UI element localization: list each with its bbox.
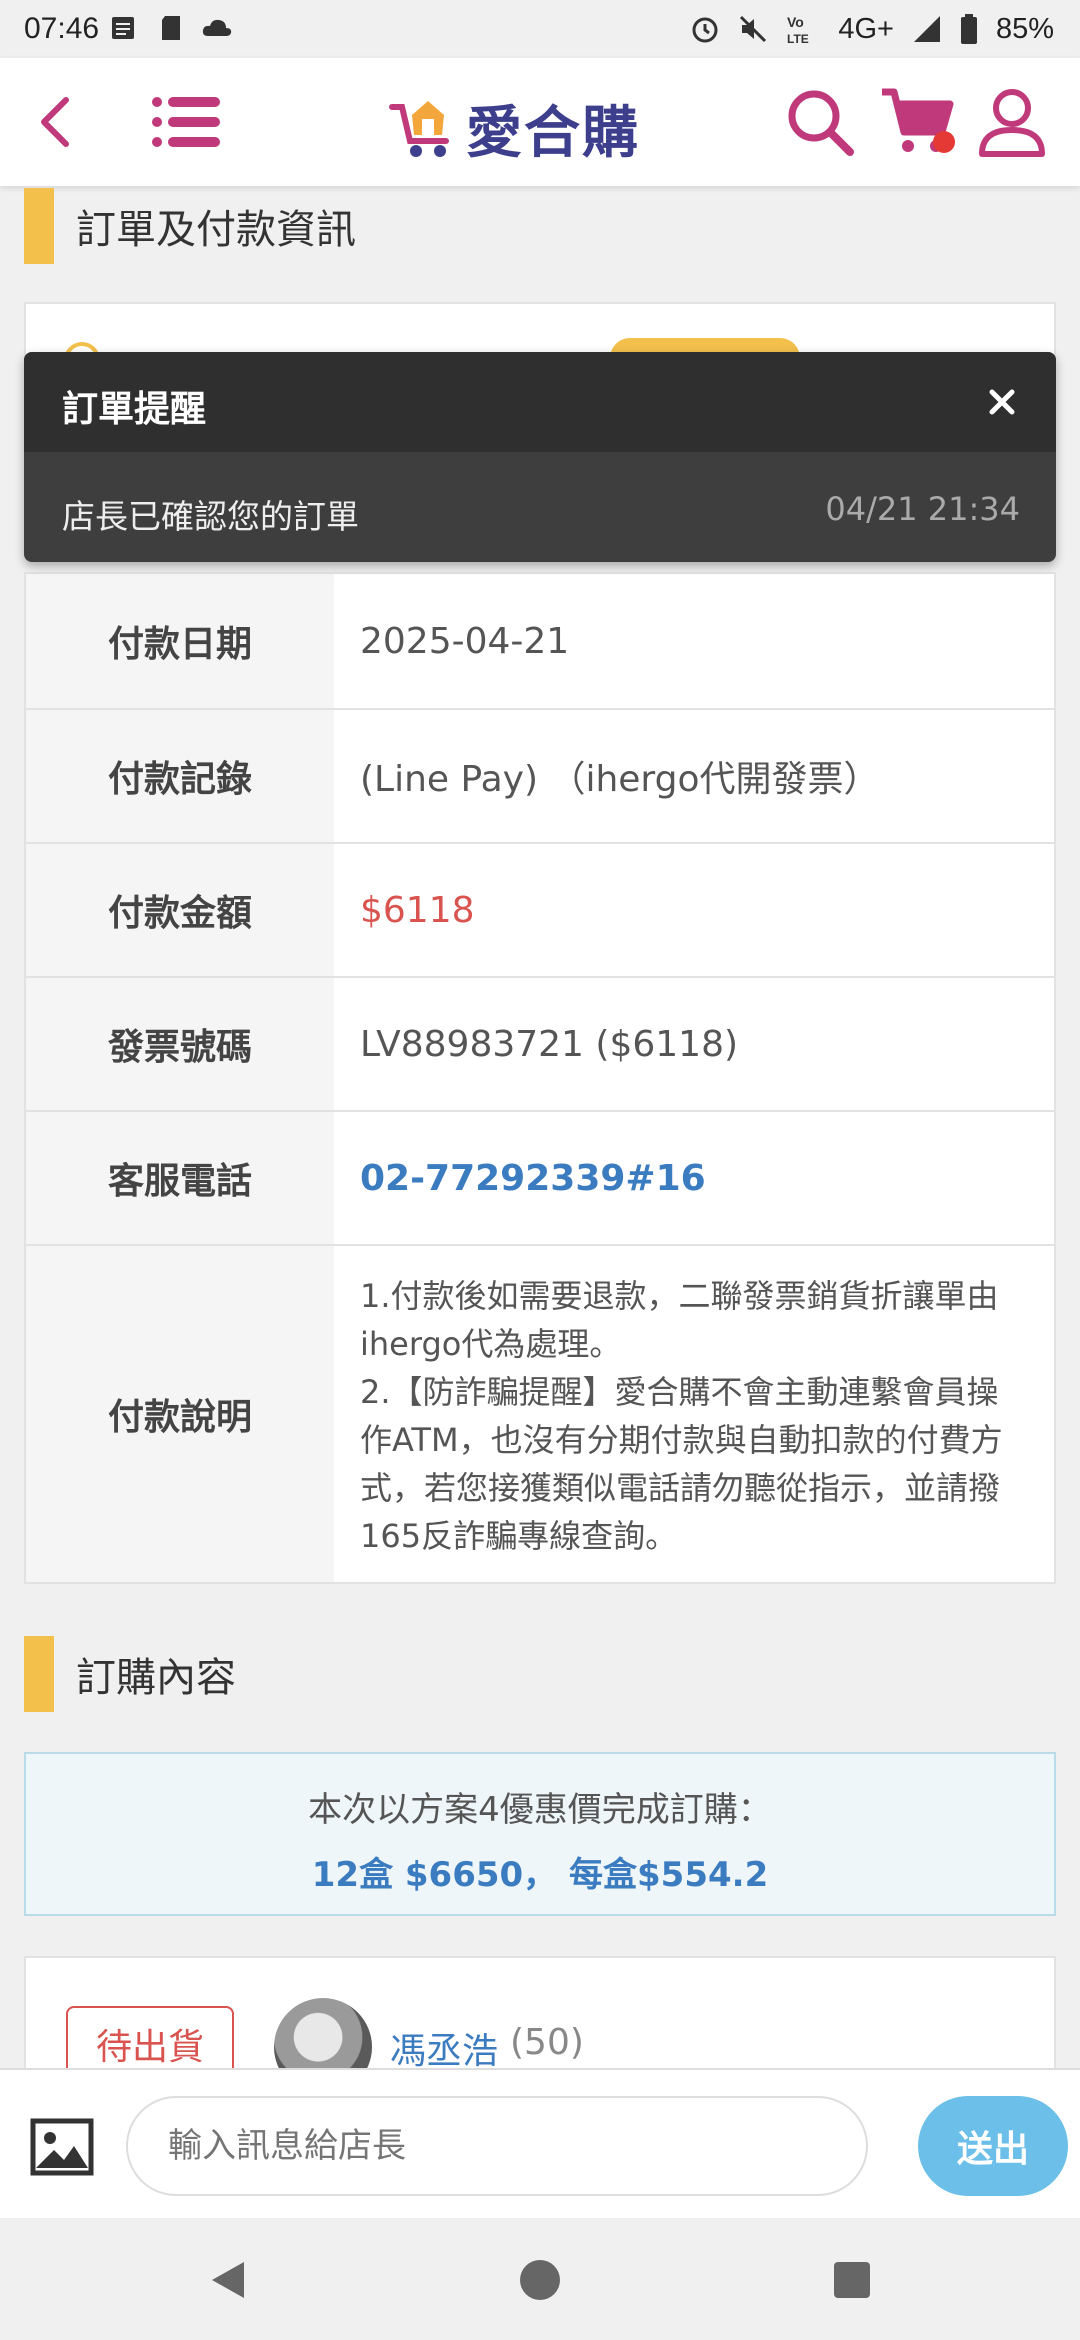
section-order-header: 訂購內容 <box>24 1636 236 1712</box>
image-upload-icon[interactable] <box>30 2118 94 2176</box>
volte-icon: Vo LTE <box>787 14 809 46</box>
payment-note-1: 1.付款後如需要退款，二聯發票銷貨折讓單由ihergo代為處理。 <box>360 1277 999 1363</box>
section-order-title: 訂購內容 <box>76 1655 236 1701</box>
section-accent-bar <box>24 188 54 264</box>
message-input[interactable] <box>126 2096 868 2196</box>
table-row: 付款金額 $6118 <box>26 842 1054 976</box>
service-phone-link[interactable]: 02-77292339#16 <box>334 1112 1054 1244</box>
user-icon <box>979 89 1045 157</box>
logo-cart-icon <box>389 100 449 157</box>
section-payment-title: 訂單及付款資訊 <box>76 207 356 253</box>
search-icon <box>788 90 854 156</box>
seller-rating-count: (50) <box>510 2022 584 2063</box>
payment-date-label: 付款日期 <box>26 574 334 708</box>
section-accent-bar <box>24 1636 54 1712</box>
payment-amount-label: 付款金額 <box>26 844 334 976</box>
invoice-number-label: 發票號碼 <box>26 978 334 1110</box>
cart-icon <box>882 88 955 153</box>
nav-back-icon[interactable] <box>204 2256 252 2304</box>
nav-home-icon[interactable] <box>516 2256 564 2304</box>
status-right: Vo LTE 4G+ 85% <box>690 12 1054 46</box>
logo-text: 愛合購 <box>466 101 640 166</box>
seller-name-link[interactable]: 馮丞浩 <box>390 2022 498 2074</box>
status-bar: 07:46 Vo LTE 4G+ 85% <box>0 0 1080 58</box>
payment-notes-value: 1.付款後如需要退款，二聯發票銷貨折讓單由ihergo代為處理。 2.【防詐騙提… <box>334 1246 1054 1582</box>
svg-text:LTE: LTE <box>787 32 809 46</box>
send-button[interactable]: 送出 <box>918 2096 1068 2196</box>
alarm-icon <box>692 17 718 43</box>
promo-price: 12盒 $6650， 每盒$554.2 <box>311 1855 769 1895</box>
toast-title: 訂單提醒 <box>62 389 207 430</box>
brand-logo[interactable]: 愛合購 <box>388 88 640 169</box>
table-row: 付款日期 2025-04-21 <box>26 574 1054 708</box>
menu-button[interactable] <box>146 82 226 162</box>
service-phone-label: 客服電話 <box>26 1112 334 1244</box>
list-menu-icon <box>152 97 220 147</box>
table-row: 客服電話 02-77292339#16 <box>26 1110 1054 1244</box>
sd-card-icon <box>162 16 180 40</box>
order-reminder-toast: 訂單提醒 店長已確認您的訂單 04/21 21:34 <box>24 352 1056 562</box>
payment-record-label: 付款記錄 <box>26 710 334 842</box>
table-row: 付款記錄 (Line Pay) （ihergo代開發票） <box>26 708 1054 842</box>
payment-date-value: 2025-04-21 <box>360 620 570 662</box>
cart-button[interactable] <box>880 82 960 162</box>
payment-note-2: 2.【防詐騙提醒】愛合購不會主動連繫會員操作ATM，也沒有分期付款與自動扣款的付… <box>360 1373 1003 1555</box>
notification-icon <box>112 17 134 39</box>
back-arrow-icon <box>41 97 69 147</box>
account-button[interactable] <box>972 82 1052 162</box>
battery-icon <box>960 14 977 44</box>
system-nav-bar <box>0 2218 1080 2340</box>
promo-text: 本次以方案4優惠價完成訂購： <box>308 1790 772 1830</box>
message-bar: 送出 <box>0 2068 1080 2218</box>
table-row: 發票號碼 LV88983721 ($6118) <box>26 976 1054 1110</box>
payment-amount-value: $6118 <box>360 889 475 931</box>
payment-info-table: 付款日期 2025-04-21 付款記錄 (Line Pay) （ihergo代… <box>24 572 1056 1584</box>
nav-recents-icon[interactable] <box>828 2256 876 2304</box>
svg-text:Vo: Vo <box>787 14 804 30</box>
toast-message: 店長已確認您的訂單 <box>62 497 359 536</box>
signal-icon <box>913 16 940 42</box>
section-payment-header: 訂單及付款資訊 <box>24 188 356 264</box>
toast-header: 訂單提醒 <box>24 352 1056 452</box>
promo-box: 本次以方案4優惠價完成訂購： 12盒 $6650， 每盒$554.2 <box>24 1752 1056 1916</box>
network-type: 4G+ <box>838 12 894 45</box>
toast-time: 04/21 21:34 <box>825 490 1020 528</box>
mute-icon <box>740 15 767 43</box>
battery-level: 85% <box>995 12 1054 45</box>
payment-notes-label: 付款說明 <box>26 1246 334 1582</box>
invoice-number-value: LV88983721 ($6118) <box>360 1023 739 1065</box>
cloud-icon <box>202 19 232 36</box>
payment-record-value: (Line Pay) （ihergo代開發票） <box>360 759 880 800</box>
search-button[interactable] <box>780 82 860 162</box>
back-button[interactable] <box>14 82 94 162</box>
close-icon[interactable] <box>978 378 1026 426</box>
status-time: 07:46 <box>24 12 100 45</box>
table-row: 付款說明 1.付款後如需要退款，二聯發票銷貨折讓單由ihergo代為處理。 2.… <box>26 1244 1054 1582</box>
app-header: 愛合購 <box>0 58 1080 186</box>
